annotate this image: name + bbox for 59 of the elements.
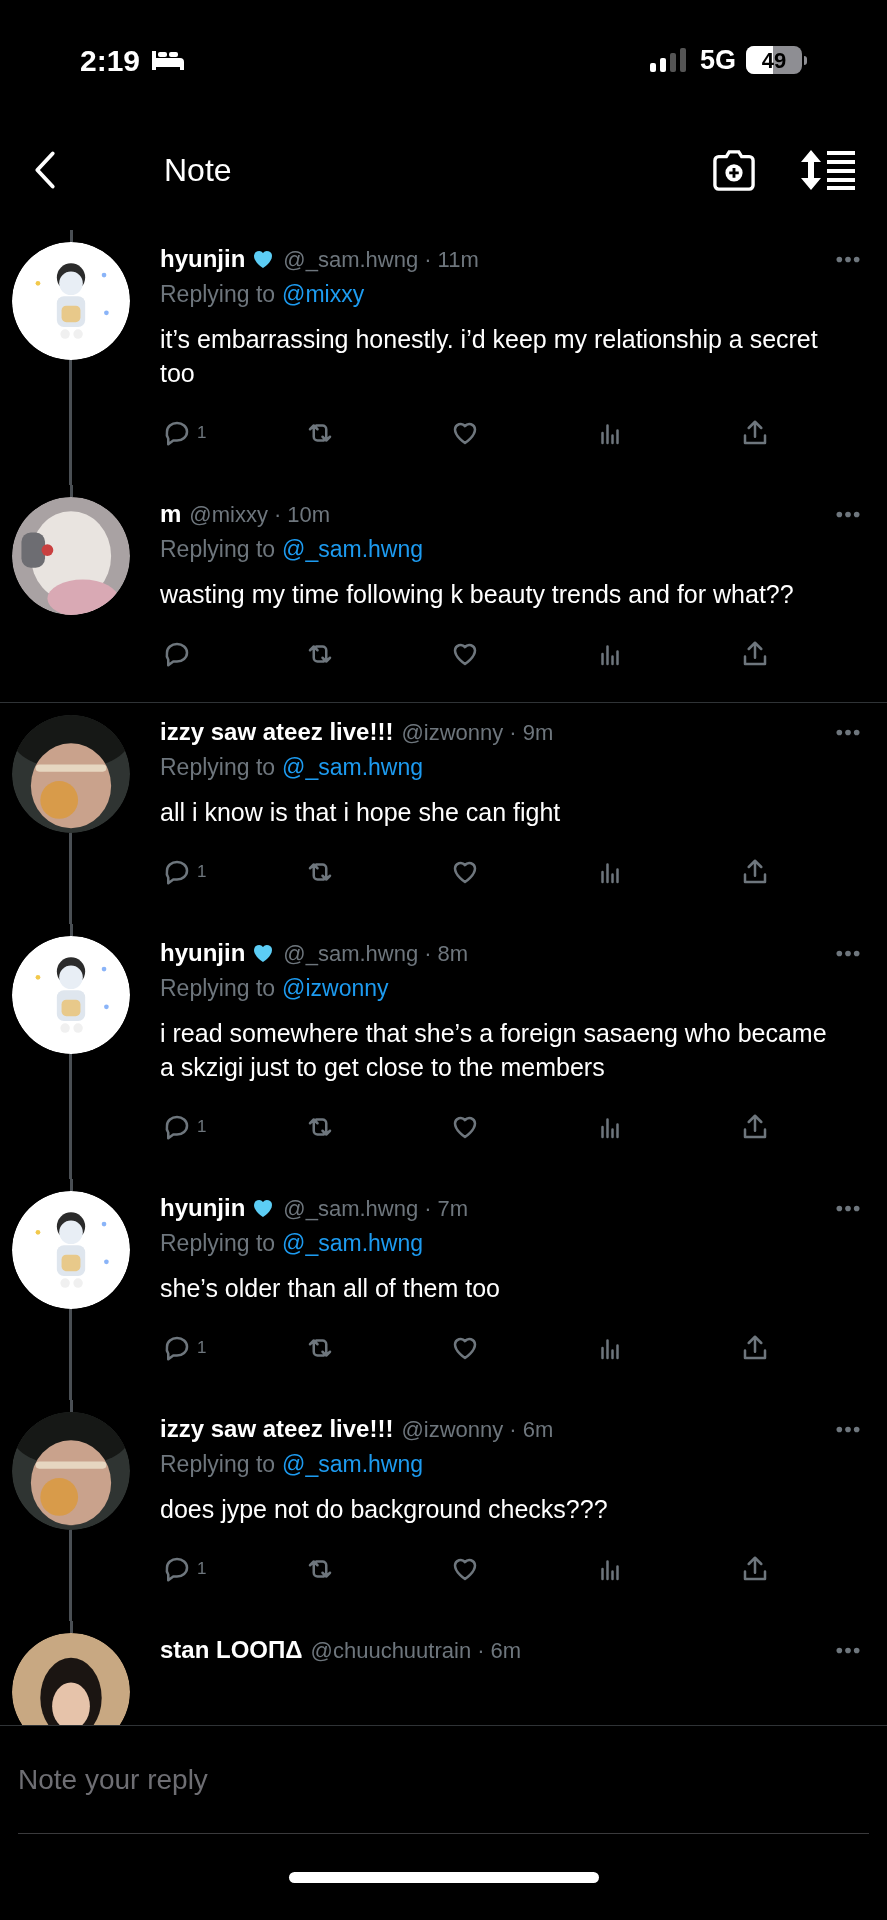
author-handle: @_sam.hwng (283, 245, 419, 274)
author-handle: @izwonny (401, 718, 504, 747)
tweet-text: does jype not do background checks??? (160, 1494, 609, 1525)
reply-count: 1 (197, 1558, 207, 1581)
mention-link[interactable]: @izwonny (282, 970, 389, 1006)
author-handle: @mixxy (189, 500, 268, 529)
reply-count: 1 (197, 422, 207, 445)
back-icon[interactable] (34, 150, 56, 190)
replying-label: Replying to (160, 973, 276, 1003)
author-name: stan LOOΠΔ (160, 1635, 303, 1665)
more-icon[interactable] (835, 1203, 861, 1213)
timestamp: · 10m (273, 500, 331, 529)
more-icon[interactable] (835, 509, 861, 519)
tweet-text: i read somewhere that she’s a foreign sasaeng who became a skzigi just to get close to the members (160, 1018, 828, 1083)
replying-label: Replying to (160, 1449, 276, 1479)
timestamp: · 8m (424, 939, 469, 968)
author-handle: @chuuchuutrain (310, 1636, 472, 1665)
reply-count: 1 (197, 1337, 207, 1360)
camera-add-icon[interactable] (711, 149, 757, 191)
tweet-text: all i know is that i hope she can fight (160, 797, 562, 828)
mention-link[interactable]: @_sam.hwng (282, 1446, 424, 1482)
timestamp: · 6m (509, 1415, 554, 1444)
author-name: izzy saw ateez live!!! (160, 1414, 394, 1444)
mention-link[interactable]: @_sam.hwng (282, 531, 424, 567)
author-handle: @_sam.hwng (283, 939, 419, 968)
bed-icon (150, 49, 187, 71)
author-name: izzy saw ateez live!!! (160, 717, 394, 747)
replying-label: Replying to (160, 279, 276, 309)
author-name: m (160, 499, 182, 529)
status-time: 2:19 (80, 42, 141, 79)
author-handle: @izwonny (401, 1415, 504, 1444)
replying-label: Replying to (160, 1228, 276, 1258)
more-icon[interactable] (835, 727, 861, 737)
tweet-text: wasting my time following k beauty trends and for what?? (160, 579, 795, 610)
timestamp: · 9m (509, 718, 554, 747)
author-handle: @_sam.hwng (283, 1194, 419, 1223)
reply-count: 1 (197, 861, 207, 884)
more-icon[interactable] (835, 254, 861, 264)
network-label: 5G (699, 43, 736, 77)
sort-icon[interactable] (801, 150, 857, 190)
more-icon[interactable] (835, 1424, 861, 1434)
mention-link[interactable]: @_sam.hwng (282, 1225, 424, 1261)
more-icon[interactable] (835, 1645, 861, 1655)
author-name: hyunjin (160, 938, 246, 968)
timestamp: · 11m (424, 245, 479, 274)
page-title: Note (164, 151, 232, 190)
timestamp: · 7m (424, 1194, 469, 1223)
timestamp: · 6m (477, 1636, 522, 1665)
mention-link[interactable]: @_sam.hwng (282, 749, 424, 785)
tweet-text: it’s embarrassing honestly. i’d keep my relationship a secret too (160, 324, 819, 389)
reply-field[interactable]: Note your reply (18, 1726, 869, 1834)
more-icon[interactable] (835, 948, 861, 958)
author-name: hyunjin (160, 244, 246, 274)
author-name: hyunjin (160, 1193, 246, 1223)
tweet-text: she’s older than all of them too (160, 1273, 502, 1304)
replying-label: Replying to (160, 752, 276, 782)
reply-count: 1 (197, 1116, 207, 1139)
mention-link[interactable]: @mixxy (282, 276, 365, 312)
replying-label: Replying to (160, 534, 276, 564)
